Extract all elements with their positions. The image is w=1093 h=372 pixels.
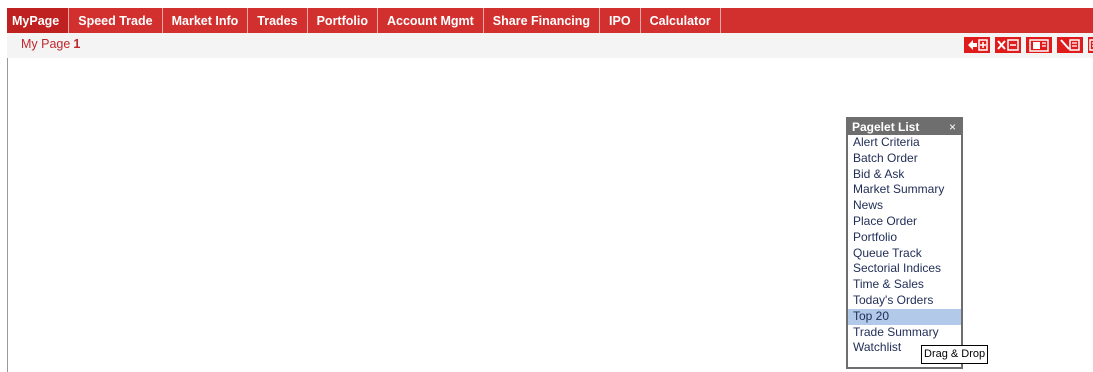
pagelet-item-trade-summary[interactable]: Trade Summary	[848, 325, 961, 341]
pagelet-item-place-order[interactable]: Place Order	[848, 214, 961, 230]
pagelet-item-top-20[interactable]: Top 20	[848, 308, 961, 325]
save-layout-icon[interactable]	[1026, 37, 1052, 53]
more-icon[interactable]	[1088, 37, 1093, 53]
nav-market-info[interactable]: Market Info	[163, 8, 249, 33]
nav-mypage[interactable]: MyPage	[7, 8, 70, 33]
pagelet-list-header[interactable]: Pagelet List ×	[848, 119, 961, 135]
pagelet-item-bid-ask[interactable]: Bid & Ask	[848, 167, 961, 183]
page-title-label: My Page	[21, 37, 71, 51]
pagelet-item-todays-orders[interactable]: Today's Orders	[848, 293, 961, 309]
page-number: 1	[73, 37, 81, 51]
pagelet-item-portfolio[interactable]: Portfolio	[848, 230, 961, 246]
nav-calculator[interactable]: Calculator	[641, 8, 721, 33]
nav-portfolio[interactable]: Portfolio	[308, 8, 378, 33]
main-navigation: MyPage Speed Trade Market Info Trades Po…	[7, 8, 1093, 33]
add-pagelet-icon[interactable]	[964, 37, 990, 53]
app-window: MyPage Speed Trade Market Info Trades Po…	[0, 0, 1093, 372]
pagelet-item-market-summary[interactable]: Market Summary	[848, 182, 961, 198]
pagelet-list-panel: Pagelet List × Alert Criteria Batch Orde…	[846, 117, 963, 369]
nav-ipo[interactable]: IPO	[600, 8, 641, 33]
page-title: My Page 1	[21, 37, 80, 51]
pagelet-item-queue-track[interactable]: Queue Track	[848, 246, 961, 262]
pagelet-item-alert-criteria[interactable]: Alert Criteria	[848, 135, 961, 151]
pagelet-item-sectorial-indices[interactable]: Sectorial Indices	[848, 261, 961, 277]
nav-trades[interactable]: Trades	[248, 8, 308, 33]
edit-layout-icon[interactable]	[1057, 37, 1083, 53]
pagelet-item-batch-order[interactable]: Batch Order	[848, 151, 961, 167]
nav-account-mgmt[interactable]: Account Mgmt	[378, 8, 484, 33]
nav-speed-trade[interactable]: Speed Trade	[69, 8, 163, 33]
close-icon[interactable]: ×	[949, 119, 956, 135]
pagelet-item-news[interactable]: News	[848, 198, 961, 214]
pagelet-list-title: Pagelet List	[852, 120, 920, 134]
pagelet-list: Alert Criteria Batch Order Bid & Ask Mar…	[848, 135, 961, 356]
remove-pagelet-icon[interactable]	[995, 37, 1021, 53]
layout-toolbar	[964, 37, 1093, 53]
nav-share-financing[interactable]: Share Financing	[484, 8, 601, 33]
pagelet-item-time-sales[interactable]: Time & Sales	[848, 277, 961, 293]
drag-drop-tooltip: Drag & Drop	[921, 345, 989, 364]
page-header: My Page 1	[7, 33, 1093, 58]
